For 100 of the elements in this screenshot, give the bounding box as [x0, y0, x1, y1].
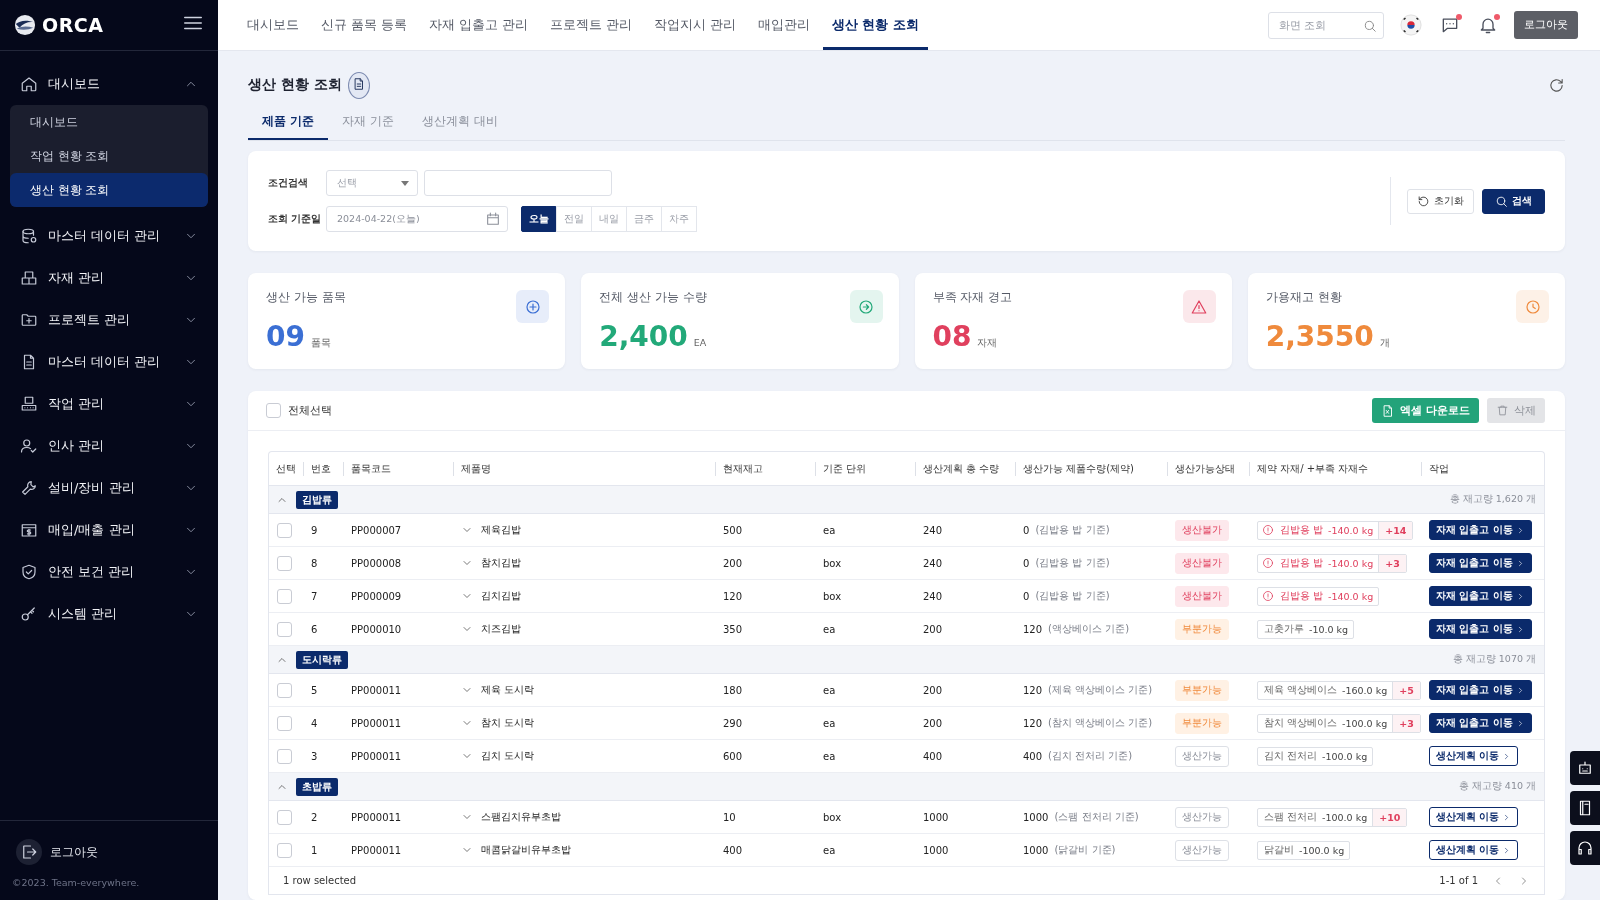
basis-note: (김밥용 밥 기준)	[1035, 523, 1110, 537]
sidebar-item[interactable]: 자재 관리	[10, 257, 208, 299]
side-tool-button[interactable]	[1570, 751, 1600, 785]
stat-title: 부족 자재 경고	[932, 289, 1014, 306]
table-cell: 김치김밥	[481, 589, 521, 603]
action-button[interactable]: 자재 입출고 이동	[1429, 586, 1532, 606]
action-button[interactable]: 자재 입출고 이동	[1429, 619, 1532, 639]
sidebar-item[interactable]: 설비/장비 관리	[10, 467, 208, 509]
stat-unit: 개	[1379, 337, 1390, 350]
nav-tab[interactable]: 생산 현황 조회	[822, 0, 928, 50]
nav-tab[interactable]: 작업지시 관리	[644, 0, 745, 50]
sidebar-item[interactable]: 시스템 관리	[10, 593, 208, 635]
select-all-checkbox[interactable]	[266, 403, 281, 418]
table-cell-text: 500	[722, 524, 744, 536]
reset-button[interactable]: 초기화	[1407, 188, 1474, 214]
shortage-count: +3	[1378, 554, 1406, 572]
table-cell-text: ea	[822, 717, 837, 729]
column-header: 선택	[275, 461, 297, 476]
row-checkbox[interactable]	[277, 588, 292, 604]
date-range-button[interactable]: 오늘	[521, 206, 557, 232]
table-cell: 참치 도시락	[481, 716, 535, 730]
action-button[interactable]: 자재 입출고 이동	[1429, 553, 1532, 573]
material-name: 김밥용 밥	[1279, 588, 1325, 603]
table-cell-text: 180	[722, 684, 744, 696]
status-badge: 생산불가	[1175, 552, 1229, 574]
status-badge: 생산가능	[1175, 745, 1229, 767]
row-checkbox[interactable]	[277, 555, 292, 571]
column-header: 현재재고	[715, 461, 815, 476]
table-cell-text: 5	[310, 684, 319, 696]
table-cell-text: 400	[922, 750, 944, 762]
sidebar-item[interactable]: 안전 보건 관리	[10, 551, 208, 593]
row-checkbox[interactable]	[277, 522, 292, 538]
stat-value: 09	[266, 320, 305, 353]
nav-tab[interactable]: 프로젝트 관리	[540, 0, 641, 50]
row-checkbox[interactable]	[277, 621, 292, 637]
table-cell-text: 1000	[922, 811, 950, 823]
nav-tab[interactable]: 매입관리	[748, 0, 819, 50]
action-button[interactable]: 자재 입출고 이동	[1429, 680, 1532, 700]
nav-tab[interactable]: 대시보드	[238, 0, 308, 50]
row-checkbox[interactable]	[277, 682, 292, 698]
table-cell-text: 8	[310, 557, 319, 569]
sidebar-item[interactable]: 프로젝트 관리	[10, 299, 208, 341]
action-button[interactable]: 생산계획 이동	[1429, 840, 1519, 860]
row-checkbox[interactable]	[277, 842, 292, 858]
keyword-input-field[interactable]	[424, 170, 612, 196]
column-header: 기준 단위	[815, 461, 915, 476]
house-icon	[20, 75, 38, 93]
table-cell: 1000	[1023, 844, 1049, 856]
wrench-icon	[20, 479, 38, 497]
sidebar-item[interactable]: 마스터 데이터 관리	[10, 341, 208, 383]
sidebar-item[interactable]: 마스터 데이터 관리	[10, 215, 208, 257]
search-input[interactable]: 화면 조회	[1268, 11, 1384, 39]
material-name: 닭갈비	[1263, 842, 1295, 857]
action-button[interactable]: 자재 입출고 이동	[1429, 520, 1532, 540]
table-cell-text: ea	[822, 684, 837, 696]
table-cell-text: 9	[310, 524, 319, 536]
sidebar-item[interactable]: 인사 관리	[10, 425, 208, 467]
search-icon	[1495, 194, 1508, 208]
submenu-item[interactable]: 작업 현황 조회	[10, 139, 208, 173]
page-title: 생산 현황 조회	[248, 76, 342, 94]
logout-button[interactable]: 로그아웃	[1514, 11, 1578, 39]
basis-note: (김치 전처리 기준)	[1048, 749, 1133, 763]
sidebar-item[interactable]: 대시보드	[10, 63, 208, 105]
table-cell-text: 7	[310, 590, 319, 602]
action-button[interactable]: 생산계획 이동	[1429, 807, 1519, 827]
row-checkbox[interactable]	[277, 715, 292, 731]
dollar-icon	[20, 521, 38, 539]
logout-link[interactable]: 로그아웃	[12, 835, 102, 869]
status-badge: 부분가능	[1175, 712, 1229, 734]
table-cell-text: PP000011	[350, 750, 403, 762]
side-tool-button[interactable]	[1570, 831, 1600, 865]
table-cell-text: 600	[722, 750, 744, 762]
row-checkbox[interactable]	[277, 748, 292, 764]
table-cell: 제육 도시락	[481, 683, 535, 697]
sidebar-item[interactable]: 매입/매출 관리	[10, 509, 208, 551]
date-field[interactable]: 2024-04-22(오늘)	[326, 206, 508, 232]
submenu-item[interactable]: 생산 현황 조회	[10, 173, 208, 207]
refresh-button[interactable]	[1548, 76, 1565, 94]
table-cell-text: ea	[822, 524, 837, 536]
table-cell-text: box	[822, 590, 843, 602]
material-quantity: -160.0 kg	[1341, 683, 1389, 698]
sidebar-item[interactable]: 작업 관리	[10, 383, 208, 425]
group-tag: 김밥류	[296, 490, 338, 509]
nav-tab[interactable]: 신규 품목 등록	[312, 0, 416, 50]
basis-note: (김밥용 밥 기준)	[1035, 556, 1110, 570]
action-button[interactable]: 생산계획 이동	[1429, 746, 1519, 766]
table-cell: 치즈김밥	[481, 622, 521, 636]
action-button[interactable]: 자재 입출고 이동	[1429, 713, 1532, 733]
search-button[interactable]: 검색	[1482, 188, 1545, 214]
submenu-item[interactable]: 대시보드	[10, 105, 208, 139]
language-button[interactable]	[1398, 12, 1424, 38]
page-range: 1-1 of 1	[1439, 875, 1478, 886]
nav-tab[interactable]: 자재 입출고 관리	[419, 0, 537, 50]
side-tool-button[interactable]	[1570, 791, 1600, 825]
material-name: 김치 전처리	[1263, 748, 1319, 763]
info-icon	[1262, 590, 1274, 602]
table-cell-text: 200	[722, 557, 744, 569]
view-tab[interactable]: 제품 기준	[248, 107, 329, 140]
table-cell-text: 240	[922, 524, 944, 536]
row-checkbox[interactable]	[277, 809, 292, 825]
